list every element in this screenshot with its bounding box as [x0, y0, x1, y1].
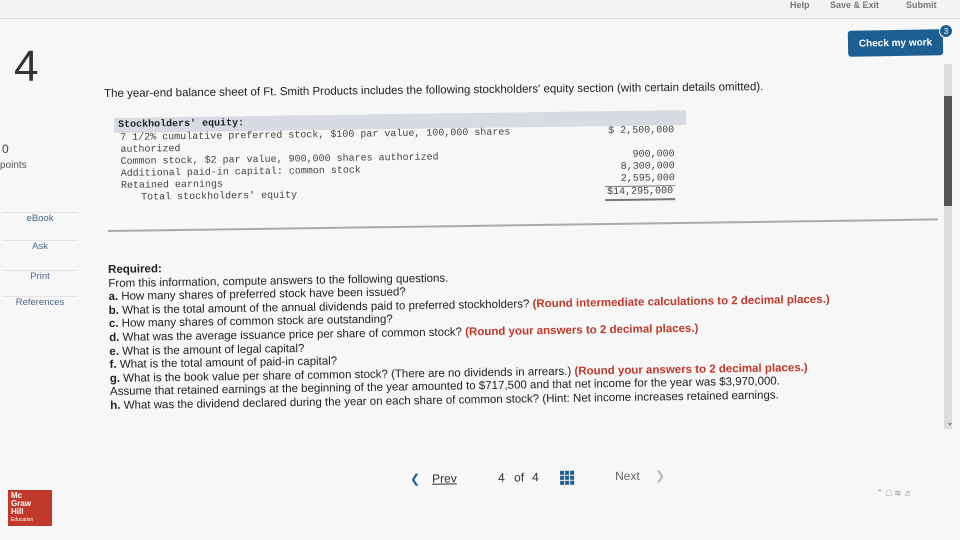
top-bar: Help Save & Exit Submit: [0, 0, 960, 19]
question-number: 4: [14, 42, 39, 91]
scrollbar-thumb[interactable]: [944, 96, 952, 206]
submit-link[interactable]: Submit: [906, 0, 937, 10]
grid-icon[interactable]: [559, 470, 575, 485]
system-tray: ⌃ □ ≋ ♬: [876, 488, 914, 498]
next-button[interactable]: Next: [615, 469, 640, 483]
scroll-down-icon[interactable]: ⌄: [946, 417, 954, 428]
prev-button[interactable]: Prev: [432, 471, 457, 485]
scrollbar[interactable]: [944, 64, 952, 429]
help-link[interactable]: Help: [790, 0, 810, 10]
pager: ❮ Prev 4 of 4 Next ❯: [410, 468, 680, 492]
check-count-badge: 3: [939, 24, 953, 38]
balance-sheet: Stockholders' equity: 7 1/2% cumulative …: [114, 110, 687, 205]
points-label: points: [0, 160, 27, 171]
check-my-work-button[interactable]: Check my work: [847, 29, 944, 57]
page-of: of: [513, 470, 525, 485]
chevron-left-icon[interactable]: ❮: [410, 472, 420, 486]
chevron-right-icon[interactable]: ❯: [655, 468, 665, 482]
page-total: 4: [531, 470, 539, 485]
print-link[interactable]: Print: [2, 270, 78, 282]
page-current: 4: [497, 470, 505, 485]
ask-link[interactable]: Ask: [2, 240, 78, 252]
required-section: Required: From this information, compute…: [108, 251, 940, 414]
mcgraw-hill-logo: Mc Graw Hill Education: [8, 490, 52, 526]
points-value: 0: [2, 142, 9, 156]
ebook-link[interactable]: eBook: [2, 212, 78, 224]
save-exit-link[interactable]: Save & Exit: [830, 0, 879, 10]
references-link[interactable]: References: [2, 296, 78, 308]
